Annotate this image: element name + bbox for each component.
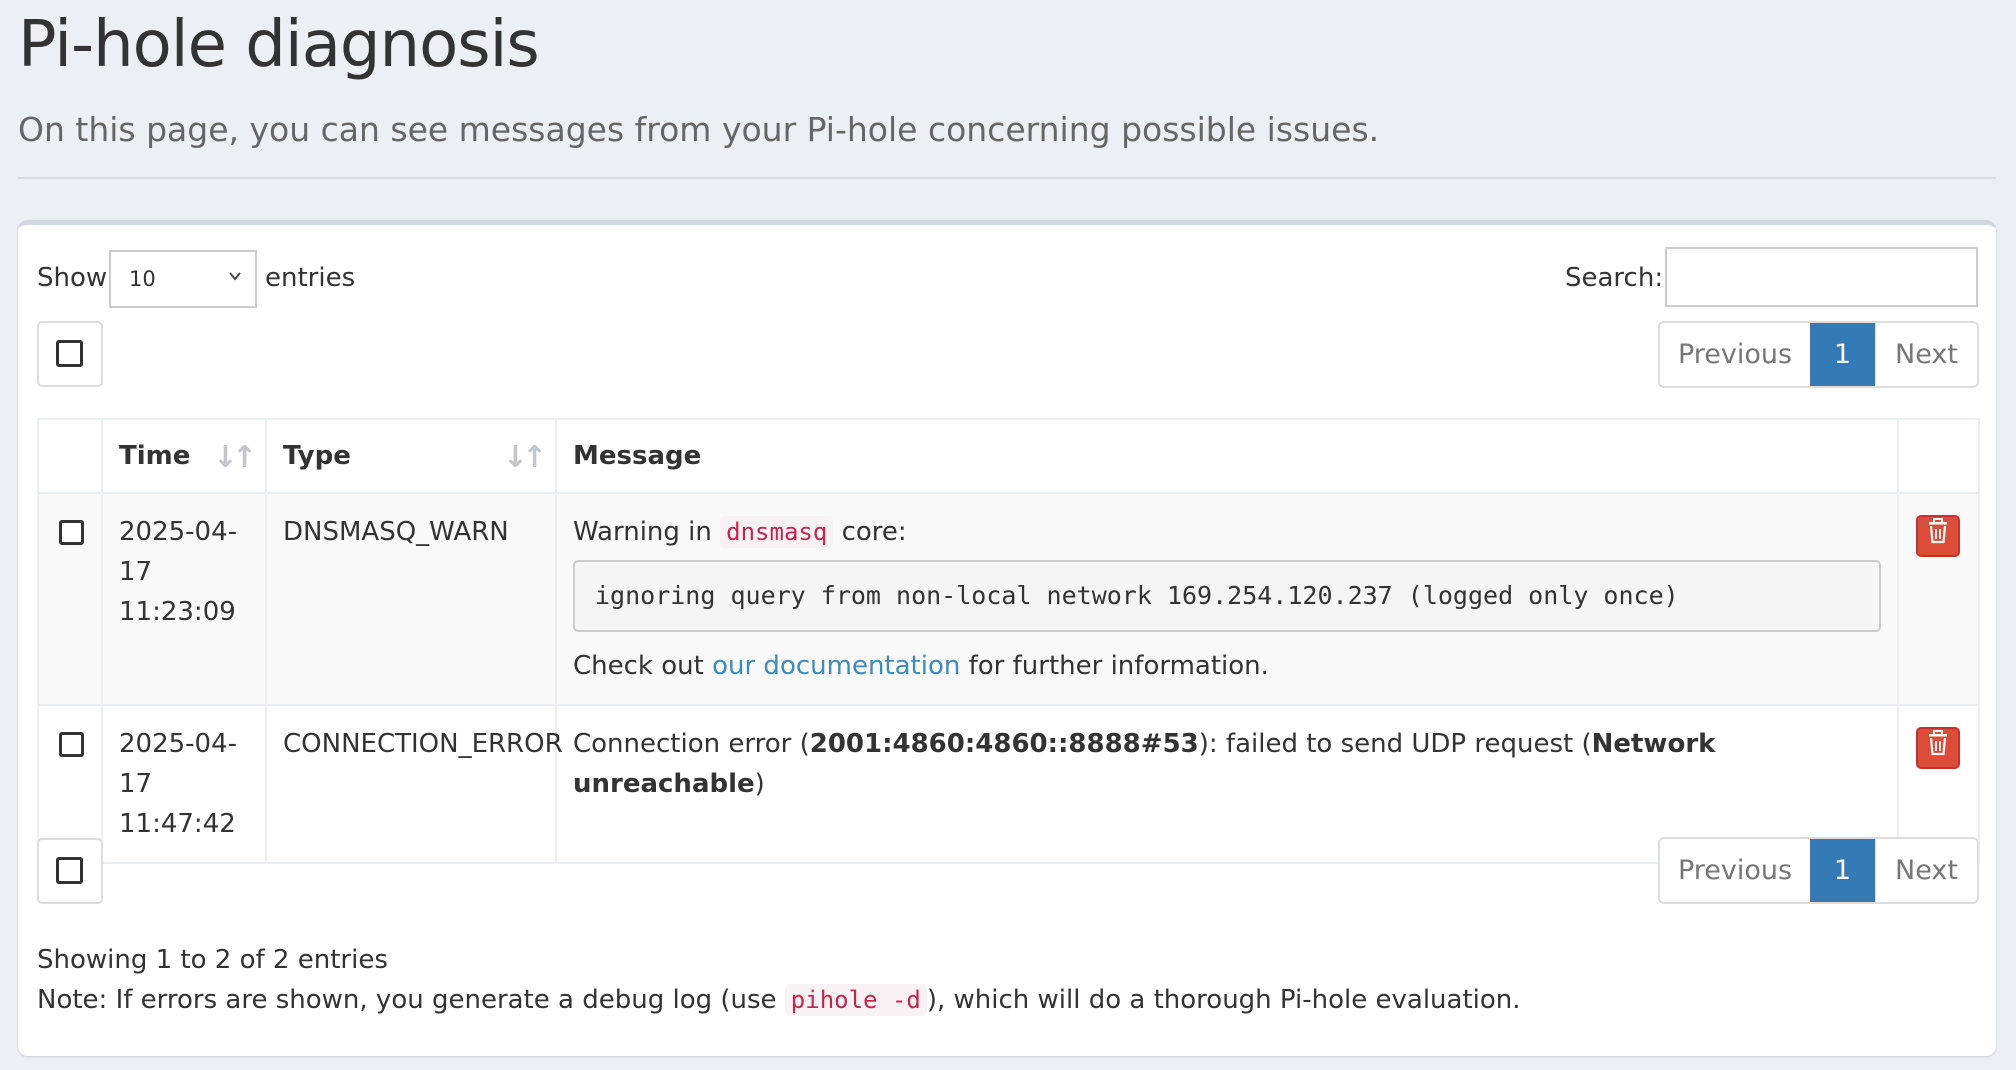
header-type[interactable]: Type ↓↑ <box>265 418 557 494</box>
page-subtitle: On this page, you can see messages from … <box>18 110 1380 149</box>
sort-both-icon: ↓↑ <box>502 440 547 475</box>
note-text: Note: If errors are shown, you generate … <box>37 985 777 1015</box>
previous-button[interactable]: Previous <box>1660 839 1810 902</box>
header-divider <box>18 177 1996 179</box>
page-title: Pi-hole diagnosis <box>18 8 540 82</box>
select-all-button-top[interactable] <box>37 321 103 387</box>
next-button[interactable]: Next <box>1875 323 1977 386</box>
time-cell: 2025-04-17 11:47:42 <box>101 704 267 864</box>
search-label: Search: <box>1565 263 1664 293</box>
trash-icon <box>1927 728 1949 768</box>
log-block: ignoring query from non-local network 16… <box>573 560 1881 632</box>
row-checkbox[interactable] <box>59 732 84 757</box>
message-text: core: <box>841 517 907 547</box>
row-checkbox[interactable] <box>59 520 84 545</box>
next-button[interactable]: Next <box>1875 839 1977 902</box>
header-actions <box>1897 418 1980 494</box>
pagination-bottom: Previous 1 Next <box>1658 837 1979 904</box>
type-cell: CONNECTION_ERROR <box>265 704 563 864</box>
header-time-label: Time <box>119 441 191 471</box>
table-info: Showing 1 to 2 of 2 entries <box>37 945 388 975</box>
search-input[interactable] <box>1665 247 1978 307</box>
debug-note: Note: If errors are shown, you generate … <box>37 980 1521 1020</box>
doc-text: Check out <box>573 651 704 681</box>
previous-button[interactable]: Previous <box>1660 323 1810 386</box>
note-text: ), which will do a thorough Pi-hole eval… <box>926 985 1521 1015</box>
page-1-button[interactable]: 1 <box>1810 839 1875 902</box>
sort-both-icon: ↓↑ <box>212 440 257 475</box>
header-time[interactable]: Time ↓↑ <box>101 418 267 494</box>
doc-line: Check out our documentation for further … <box>573 646 1881 686</box>
actions-cell <box>1897 492 1980 706</box>
table-header-row: Time ↓↑ Type ↓↑ Message <box>37 418 1980 494</box>
page-length-select[interactable]: 10 <box>109 250 257 308</box>
header-message-label: Message <box>573 441 702 471</box>
table-footer: Showing 1 to 2 of 2 entries Note: If err… <box>37 940 1521 1020</box>
message-text: Connection error ( <box>573 729 810 759</box>
page-1-button[interactable]: 1 <box>1810 323 1875 386</box>
message-text: ) <box>754 769 765 799</box>
message-line: Warning in dnsmasq core: <box>573 512 1881 552</box>
message-text: Warning in <box>573 517 712 547</box>
message-bold-address: 2001:4860:4860::8888#53 <box>809 729 1199 759</box>
header-type-label: Type <box>283 441 351 471</box>
type-cell: DNSMASQ_WARN <box>265 492 557 706</box>
time-date: 2025-04-17 <box>119 729 238 799</box>
checkbox-icon <box>56 857 83 884</box>
documentation-link[interactable]: our documentation <box>712 651 960 681</box>
entries-label: entries <box>265 263 356 293</box>
trash-icon <box>1927 516 1949 556</box>
message-cell: Warning in dnsmasq core: ignoring query … <box>555 492 1899 706</box>
messages-table: Time ↓↑ Type ↓↑ Message 2025-04-17 11:23… <box>37 418 1980 864</box>
delete-button[interactable] <box>1916 727 1960 769</box>
time-clock: 11:23:09 <box>119 597 236 627</box>
messages-box: Show 10 entries Search: Previous 1 Next … <box>18 220 1996 1056</box>
select-all-button-bottom[interactable] <box>37 838 103 904</box>
time-cell: 2025-04-17 11:23:09 <box>101 492 267 706</box>
row-select-cell <box>37 492 103 706</box>
checkbox-icon <box>56 340 83 367</box>
message-code: dnsmasq <box>720 516 834 548</box>
chevron-down-icon <box>227 268 243 288</box>
show-label: Show <box>37 263 108 293</box>
header-message: Message <box>555 418 1899 494</box>
message-text: ): failed to send UDP request ( <box>1198 729 1592 759</box>
time-date: 2025-04-17 <box>119 517 238 587</box>
pagination-top: Previous 1 Next <box>1658 321 1979 388</box>
time-clock: 11:47:42 <box>119 809 236 839</box>
delete-button[interactable] <box>1916 515 1960 557</box>
note-code: pihole -d <box>784 984 927 1016</box>
page-length-value: 10 <box>129 267 156 291</box>
header-select <box>37 418 103 494</box>
doc-text: for further information. <box>968 651 1269 681</box>
table-row: 2025-04-17 11:23:09 DNSMASQ_WARN Warning… <box>37 492 1980 706</box>
